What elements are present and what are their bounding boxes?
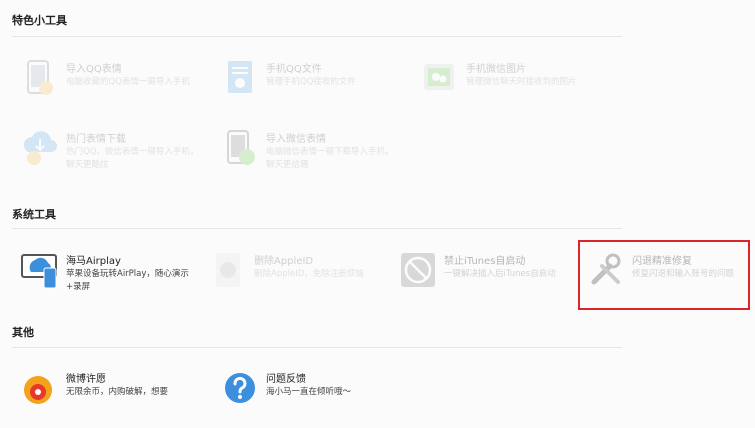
tool-title: 热门表情下载 <box>66 134 126 145</box>
tool-haima-airplay[interactable]: 海马Airplay 苹果设备玩转AirPlay，随心演示+录屏 <box>12 250 202 310</box>
tool-title: 手机微信图片 <box>466 64 526 75</box>
tool-desc: 热门QQ、微信表情一键导入手机，聊天更酷炫 <box>66 147 199 170</box>
tool-title: 海马Airplay <box>66 256 121 267</box>
phone-qq-icon <box>27 60 53 95</box>
tool-title: 微博许愿 <box>66 374 106 385</box>
divider <box>12 347 622 348</box>
tool-title: 导入QQ表情 <box>66 64 122 75</box>
tool-disable-itunes-autostart[interactable]: 禁止iTunes自启动 一键解决插入后iTunes自启动 <box>390 250 580 310</box>
qq-file-icon <box>228 61 252 93</box>
weibo-icon <box>24 376 52 404</box>
tool-title: 导入微信表情 <box>266 134 326 145</box>
tool-desc: 苹果设备玩转AirPlay，随心演示+录屏 <box>66 269 189 292</box>
cloud-download-icon <box>23 131 57 165</box>
tool-hot-emoji-download[interactable]: 热门表情下载 热门QQ、微信表情一键导入手机，聊天更酷炫 <box>12 128 202 188</box>
itunes-disabled-icon <box>401 253 435 287</box>
tool-import-wechat-emoji[interactable]: 导入微信表情 电脑微信表情一键下载导入手机，聊天更给趣 <box>212 128 402 188</box>
wechat-image-icon <box>424 64 454 90</box>
section-title-other: 其他 <box>12 326 34 339</box>
airplay-screen-icon <box>21 254 57 289</box>
phone-wechat-icon <box>227 130 255 165</box>
tool-title: 禁止iTunes自启动 <box>444 256 526 267</box>
section-title-system: 系统工具 <box>12 208 56 221</box>
tool-weibo-wish[interactable]: 微博许愿 无限余币，内购破解，想要 <box>12 368 202 428</box>
tool-desc: 一键解决插入后iTunes自启动 <box>444 269 556 279</box>
tool-desc: 电脑微信表情一键下载导入手机，聊天更给趣 <box>266 147 394 170</box>
highlight-box <box>578 240 750 310</box>
tool-import-qq-emoji[interactable]: 导入QQ表情 电脑收藏的QQ表情一键导入手机 <box>12 58 202 118</box>
divider <box>12 36 622 37</box>
apple-phone-icon <box>216 253 240 287</box>
tool-desc: 无限余币，内购破解，想要 <box>66 387 169 397</box>
tool-desc: 电脑收藏的QQ表情一键导入手机 <box>66 77 190 87</box>
tool-desc: 海小马一直在倾听哦～ <box>266 387 352 397</box>
tool-delete-appleid[interactable]: 删除AppleID 删除AppleID，免除注册烦恼 <box>200 250 390 310</box>
tool-feedback[interactable]: 问题反馈 海小马一直在倾听哦～ <box>212 368 402 428</box>
tool-title: 问题反馈 <box>266 374 306 385</box>
tool-title: 手机QQ文件 <box>266 64 322 75</box>
question-icon <box>225 373 255 403</box>
tool-desc: 管理微信聊天时接收到的图片 <box>466 77 577 87</box>
tool-desc: 管理手机QQ接收的文件 <box>266 77 356 87</box>
divider <box>12 228 622 229</box>
tool-phone-qq-files[interactable]: 手机QQ文件 管理手机QQ接收的文件 <box>212 58 402 118</box>
section-title-special: 特色小工具 <box>12 14 67 27</box>
tool-phone-wechat-images[interactable]: 手机微信图片 管理微信聊天时接收到的图片 <box>412 58 602 118</box>
tool-desc: 删除AppleID，免除注册烦恼 <box>254 269 364 279</box>
tool-title: 删除AppleID <box>254 256 314 267</box>
